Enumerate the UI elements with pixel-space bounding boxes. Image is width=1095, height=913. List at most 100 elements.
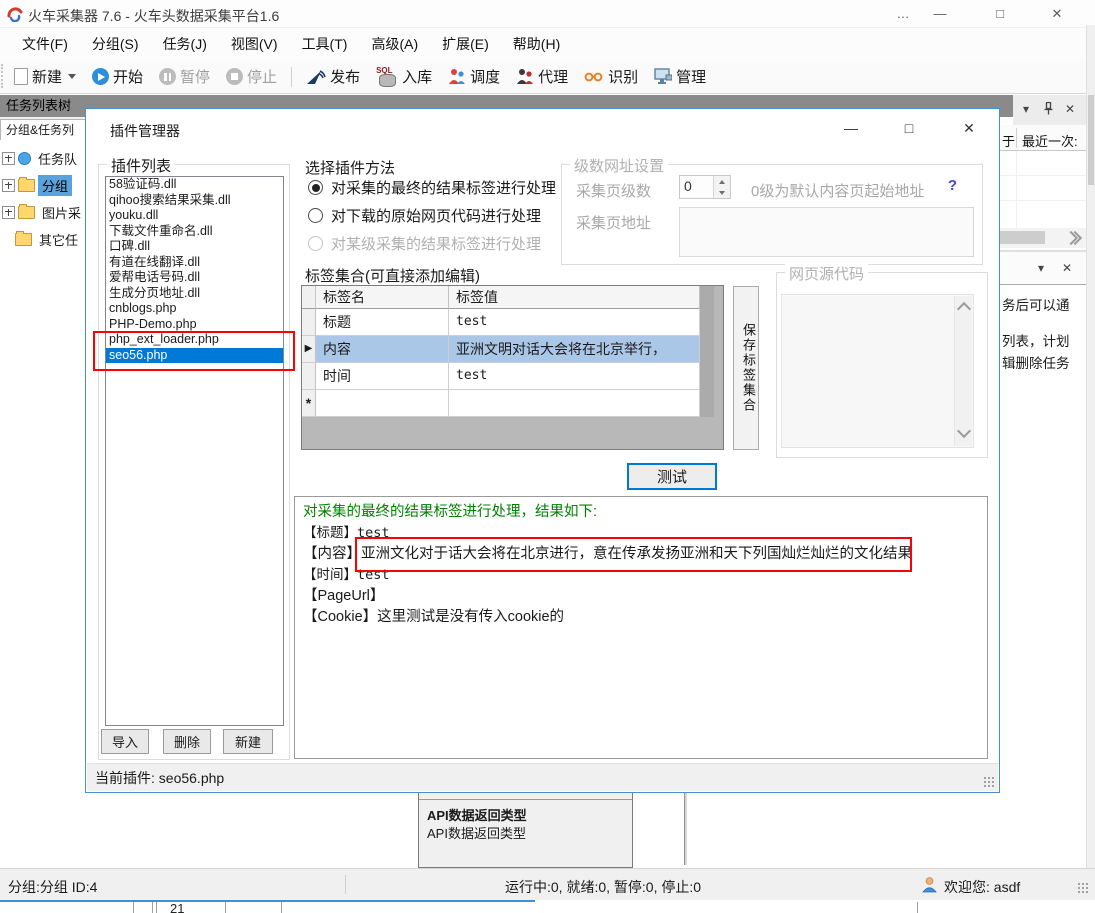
grid-cell-value[interactable]: test <box>449 309 700 336</box>
radio-checked-icon[interactable] <box>308 180 323 195</box>
method-group-label: 选择插件方法 <box>301 157 399 178</box>
plugin-listbox[interactable]: 58验证码.dll qihoo搜索结果采集.dll youku.dll 下载文件… <box>105 176 284 726</box>
dialog-close-button[interactable]: ✕ <box>952 115 986 141</box>
plugin-item[interactable]: 下载文件重命名.dll <box>106 224 283 240</box>
plugin-item[interactable]: qihoo搜索结果采集.dll <box>106 193 283 209</box>
maximize-button[interactable]: □ <box>985 3 1015 24</box>
plugin-item[interactable]: 58验证码.dll <box>106 177 283 193</box>
more-icon[interactable]: … <box>888 3 918 24</box>
menu-tools[interactable]: 工具(T) <box>290 30 360 58</box>
minimize-button[interactable]: — <box>925 3 955 24</box>
proxy-button[interactable]: 代理 <box>510 63 574 90</box>
grid-cell-value[interactable] <box>449 390 700 417</box>
new-plugin-button[interactable]: 新建 <box>223 729 273 754</box>
help-line: 列表，计划 <box>1002 330 1070 350</box>
menu-file[interactable]: 文件(F) <box>10 30 80 58</box>
start-icon <box>92 68 109 85</box>
window-resize-grip[interactable] <box>1077 882 1089 894</box>
spin-up-icon <box>714 176 730 187</box>
globe-icon <box>18 152 31 165</box>
panel-pin-icon[interactable] <box>1044 102 1053 115</box>
expand-plus-icon[interactable] <box>2 179 15 192</box>
menu-group[interactable]: 分组(S) <box>80 30 151 58</box>
dialog-maximize-button[interactable]: □ <box>892 115 926 141</box>
scroll-up-icon <box>957 302 971 316</box>
result-line: 【PageUrl】 <box>303 586 979 607</box>
plugin-item[interactable]: 生成分页地址.dll <box>106 286 283 302</box>
tags-grid[interactable]: 标签名 标签值 标题 test ▶ 内容 亚洲文明对话大会将在北京举行， 时间 … <box>301 285 724 450</box>
tree-item-image-collect[interactable]: 图片采 <box>2 200 85 224</box>
level-hint: 0级为默认内容页起始地址 <box>751 180 924 201</box>
row-header-current[interactable]: ▶ <box>302 336 316 363</box>
grid-cell-name[interactable]: 时间 <box>316 363 449 390</box>
tags-group-label: 标签集合(可直接添加编辑) <box>301 265 484 286</box>
sql-icon: SQL <box>376 67 398 87</box>
menu-help[interactable]: 帮助(H) <box>501 30 572 58</box>
grid-col-name[interactable]: 标签名 <box>316 286 449 309</box>
manage-button[interactable]: 管理 <box>648 63 712 90</box>
new-button[interactable]: 新建 <box>8 63 82 90</box>
delete-button[interactable]: 删除 <box>163 729 211 754</box>
panel-collapse-icon[interactable]: ▾ <box>1023 102 1029 116</box>
app-window: 火车采集器 7.6 - 火车头数据采集平台1.6 … — □ ✕ 文件(F) 分… <box>0 0 1095 913</box>
grid-vscrollbar[interactable] <box>700 286 714 417</box>
db-import-button[interactable]: SQL 入库 <box>370 63 438 90</box>
hscrollbar-thumb[interactable] <box>1000 231 1045 244</box>
vscrollbar-thumb[interactable] <box>1088 95 1094 185</box>
chevron-down-icon[interactable] <box>68 74 76 79</box>
column-header-last-run[interactable]: 最近一次: <box>1022 131 1078 150</box>
test-result-box[interactable]: 对采集的最终的结果标签进行处理，结果如下: 【标题】test 【内容】亚洲文化对… <box>294 496 988 759</box>
panel-close-icon[interactable]: ✕ <box>1062 261 1072 275</box>
row-header[interactable] <box>302 309 316 336</box>
tree-item-task-queue[interactable]: 任务队 <box>2 146 81 170</box>
ocr-button[interactable]: 识别 <box>578 63 644 90</box>
row-header[interactable] <box>302 363 316 390</box>
close-button[interactable]: ✕ <box>1042 3 1072 24</box>
column-header[interactable]: 于 <box>1002 131 1015 150</box>
row-header-new[interactable]: * <box>302 390 316 417</box>
menu-task[interactable]: 任务(J) <box>151 30 219 58</box>
tree-item-other-task[interactable]: 其它任 <box>15 227 82 251</box>
plugin-item[interactable]: cnblogs.php <box>106 301 283 317</box>
grid-cell-name[interactable]: 内容 <box>316 336 449 363</box>
radio-raw-html[interactable]: 对下载的原始网页代码进行处理 <box>308 205 541 226</box>
import-button[interactable]: 导入 <box>101 729 149 754</box>
grid-cell-name[interactable]: 标题 <box>316 309 449 336</box>
grid-cell-name[interactable] <box>316 390 449 417</box>
source-group-label: 网页源代码 <box>785 263 868 284</box>
menu-advanced[interactable]: 高级(A) <box>359 30 430 58</box>
dialog-resize-grip[interactable] <box>983 776 995 788</box>
radio-icon[interactable] <box>308 208 323 223</box>
tree-item-group[interactable]: 分组 <box>2 173 72 197</box>
status-group-id: 分组:分组 ID:4 <box>8 877 97 897</box>
test-button[interactable]: 测试 <box>627 463 717 490</box>
menu-view[interactable]: 视图(V) <box>219 30 290 58</box>
dialog-minimize-button[interactable]: — <box>834 115 868 141</box>
grid-col-value[interactable]: 标签值 <box>449 286 700 309</box>
grid-cell-value[interactable]: 亚洲文明对话大会将在北京举行， <box>449 336 700 363</box>
plugin-item[interactable]: youku.dll <box>106 208 283 224</box>
start-button[interactable]: 开始 <box>86 63 149 90</box>
expand-plus-icon[interactable] <box>2 152 15 165</box>
toolbar-grip[interactable] <box>1 64 7 88</box>
publish-button[interactable]: 发布 <box>300 63 366 90</box>
schedule-button[interactable]: 调度 <box>442 63 506 90</box>
folder-icon <box>18 179 35 192</box>
window-title: 火车采集器 7.6 - 火车头数据采集平台1.6 <box>28 6 279 26</box>
api-box-title: API数据返回类型 <box>427 805 527 824</box>
plugin-item[interactable]: 爱帮电话号码.dll <box>106 270 283 286</box>
expand-plus-icon[interactable] <box>2 206 15 219</box>
menu-extend[interactable]: 扩展(E) <box>430 30 501 58</box>
grid-cell-value[interactable]: test <box>449 363 700 390</box>
help-icon[interactable]: ? <box>944 177 961 195</box>
save-tags-button[interactable]: 保存标签集合 <box>733 286 759 450</box>
tab-group-task-list[interactable]: 分组&任务列 <box>0 119 85 140</box>
panel-collapse-icon[interactable]: ▾ <box>1038 261 1044 275</box>
plugin-item[interactable]: PHP-Demo.php <box>106 317 283 333</box>
panel-close-icon[interactable]: ✕ <box>1065 102 1075 116</box>
task-tree: 任务队 分组 图片采 其它任 <box>0 140 85 868</box>
plugin-item[interactable]: 口碑.dll <box>106 239 283 255</box>
radio-final-result[interactable]: 对采集的最终的结果标签进行处理 <box>308 177 556 198</box>
plugin-item[interactable]: 有道在线翻译.dll <box>106 255 283 271</box>
pane-splitter[interactable] <box>684 793 688 865</box>
